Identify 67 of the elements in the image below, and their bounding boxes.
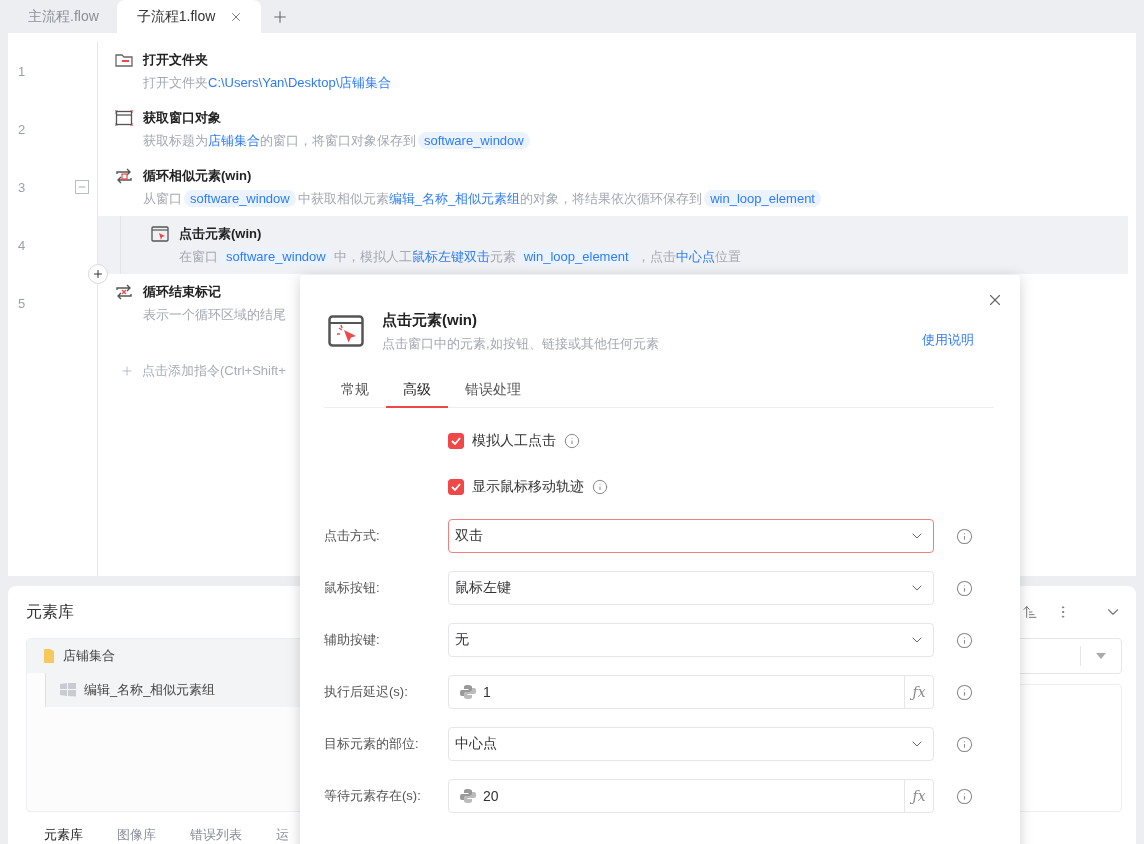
input-field[interactable]: 20 ƒx: [448, 779, 934, 813]
highlight-text: 鼠标左键双击: [411, 247, 490, 266]
select-field[interactable]: 双击: [448, 519, 934, 553]
step-title: 循环相似元素(win): [143, 166, 252, 185]
field-value: 无: [455, 631, 470, 649]
panel-title: 元素库: [26, 601, 74, 622]
field-value: 1: [483, 684, 492, 700]
formula-button[interactable]: ƒx: [904, 676, 933, 708]
checkbox-label: 显示鼠标移动轨迹: [472, 478, 584, 496]
highlight-text: 编辑_名称_相似元素组: [388, 189, 521, 208]
field-value: 鼠标左键: [455, 579, 512, 597]
step-row[interactable]: 点击元素(win) 在窗口 software_window 中，模拟人工鼠标左键双击元素 win_loop_element ，点击中心点位置: [97, 216, 1128, 274]
formula-button[interactable]: ƒx: [904, 780, 933, 812]
description-text: 元素: [489, 247, 516, 266]
tab-label: 主流程.flow: [28, 7, 99, 26]
select-field[interactable]: 中心点: [448, 727, 934, 761]
checkbox-label: 模拟人工点击: [472, 432, 556, 450]
description-text: 在窗口: [179, 247, 218, 266]
highlight-text: 中心点: [675, 247, 715, 266]
variable-chip: software_window: [418, 132, 530, 149]
tree-label: 店铺集合: [63, 647, 115, 665]
description-text: 获取标题为: [143, 131, 208, 150]
line-number: 5: [18, 295, 26, 311]
field-label: 鼠标按钮:: [324, 579, 381, 597]
highlight-text: 店铺集合: [208, 131, 260, 150]
description-text: 打开文件夹: [143, 73, 208, 92]
field-value: 双击: [455, 527, 484, 545]
variable-chip: win_loop_element: [704, 190, 821, 207]
dialog-subtitle: 点击窗口中的元素,如按钮、链接或其他任何元素: [382, 335, 660, 353]
tab-label: 子流程1.flow: [136, 7, 216, 26]
field-label: 等待元素存在(s):: [324, 787, 422, 805]
panel-tab[interactable]: 元素库: [44, 826, 83, 844]
help-link[interactable]: 使用说明: [922, 331, 974, 349]
highlight-text: C:\Users\Yan\Desktop\店铺集合: [208, 73, 392, 92]
description-text: ，点击: [636, 247, 676, 266]
line-number: 2: [18, 121, 26, 137]
step-title: 循环结束标记: [143, 282, 221, 301]
variable-chip: win_loop_element: [517, 248, 635, 265]
dialog-tab[interactable]: 高级: [386, 375, 448, 408]
dialog-title: 点击元素(win): [382, 311, 478, 330]
field-label: 辅助按键:: [324, 631, 381, 649]
step-title: 点击元素(win): [179, 224, 262, 243]
dialog-tab[interactable]: 常规: [324, 375, 386, 408]
variable-chip: software_window: [220, 248, 332, 265]
field-value: 20: [483, 788, 500, 804]
description-text: 从窗口: [143, 189, 182, 208]
dialog-tab[interactable]: 错误处理: [448, 375, 538, 408]
field-label: 点击方式:: [324, 527, 381, 545]
description-text: 中获取相似元素: [297, 189, 389, 208]
input-field[interactable]: 1 ƒx: [448, 675, 934, 709]
step-title: 打开文件夹: [143, 50, 208, 69]
line-number: 3: [18, 179, 26, 195]
description-text: 位置: [714, 247, 741, 266]
step-title: 获取窗口对象: [143, 108, 221, 127]
field-value: 中心点: [455, 735, 498, 753]
line-number: 1: [18, 63, 26, 79]
line-number: 4: [18, 237, 26, 253]
description-text: 的对象，将结果依次循环保存到: [520, 189, 703, 208]
tree-label: 编辑_名称_相似元素组: [84, 681, 216, 699]
field-label: 执行后延迟(s):: [324, 683, 409, 701]
select-field[interactable]: 无: [448, 623, 934, 657]
field-label: 目标元素的部位:: [324, 735, 420, 753]
variable-chip: software_window: [184, 190, 296, 207]
description-text: 中，模拟人工: [333, 247, 412, 266]
description-text: 的窗口，将窗口对象保存到: [260, 131, 416, 150]
file-tab[interactable]: 子流程1.flow: [116, 0, 262, 33]
select-field[interactable]: 鼠标左键: [448, 571, 934, 605]
